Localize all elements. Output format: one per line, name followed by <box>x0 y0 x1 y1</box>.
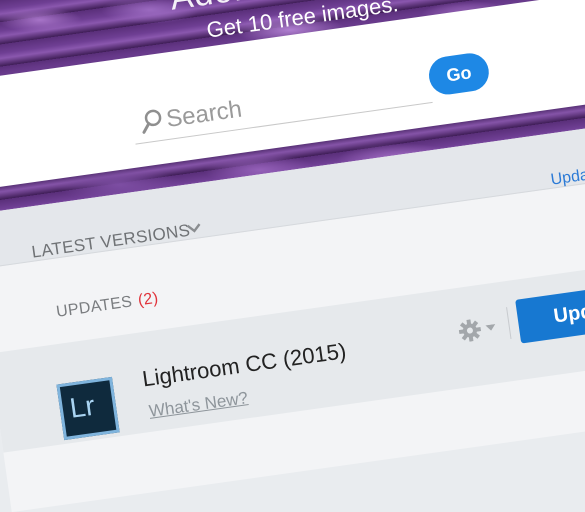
update-all-link[interactable]: Update <box>550 165 585 190</box>
app-icon-label: Lr <box>67 389 97 424</box>
latest-versions-label[interactable]: LATEST VERSIONS <box>30 221 191 263</box>
whats-new-link[interactable]: What's New? <box>148 388 249 422</box>
update-button[interactable]: Update <box>515 283 585 344</box>
go-button[interactable]: Go <box>426 50 492 97</box>
app-name: Lightroom CC (2015) <box>140 338 348 392</box>
lightroom-app-icon: Lr <box>56 376 120 441</box>
updates-header: UPDATES (2) <box>55 290 159 322</box>
row-divider <box>506 307 512 339</box>
search-input[interactable] <box>162 68 429 136</box>
updates-count-badge: (2) <box>136 289 160 310</box>
caret-down-icon[interactable] <box>485 323 496 331</box>
gear-icon[interactable] <box>458 318 483 343</box>
search-icon <box>142 109 162 134</box>
chevron-down-icon[interactable] <box>185 221 203 235</box>
updates-label: UPDATES <box>55 293 134 321</box>
app-row-lightroom: Lr Lightroom CC (2015) What's New? Updat… <box>0 256 585 453</box>
